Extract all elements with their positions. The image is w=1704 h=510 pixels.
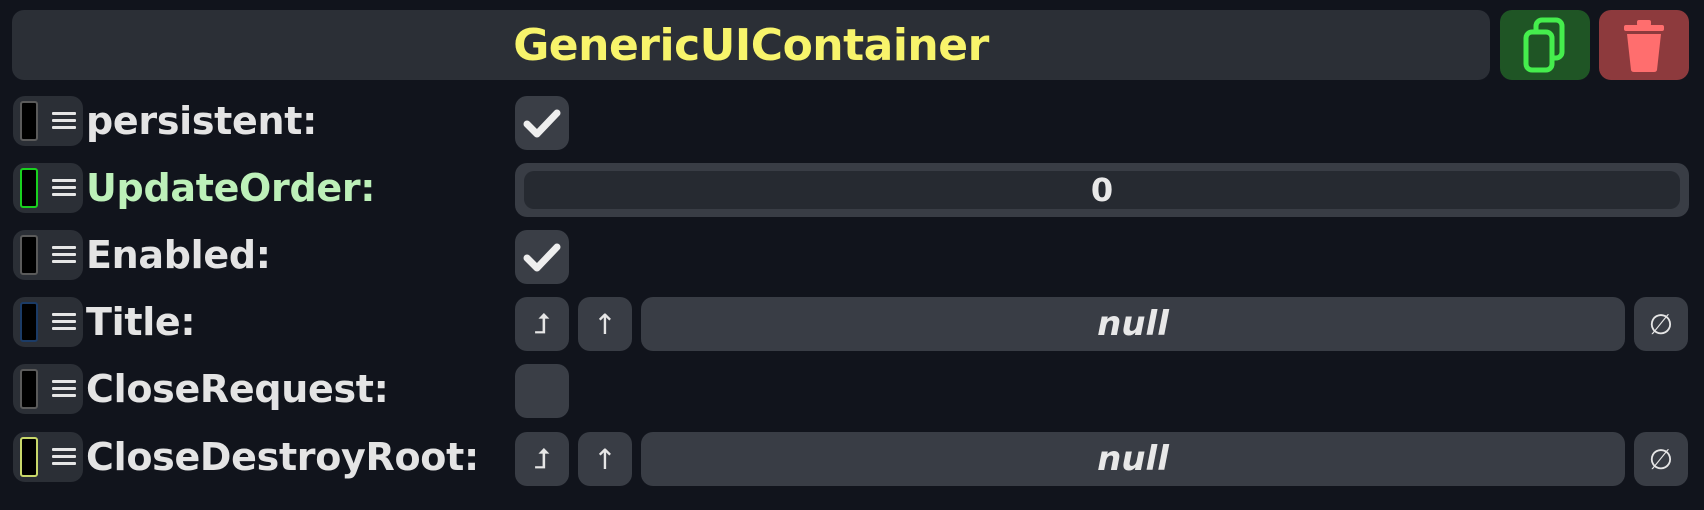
duplicate-button[interactable]: [1500, 10, 1590, 80]
checkmark-icon: [523, 109, 561, 138]
jump-arrow-icon: ⮥: [533, 307, 551, 340]
updateorder-input[interactable]: 0: [515, 163, 1689, 217]
drag-handle-icon[interactable]: [52, 448, 76, 466]
drag-handle-icon[interactable]: [52, 179, 76, 197]
duplicate-icon: [1523, 17, 1565, 73]
delete-button[interactable]: [1599, 10, 1689, 80]
field-handle[interactable]: [13, 163, 83, 213]
field-handle[interactable]: [13, 96, 83, 146]
clear-reference-button[interactable]: ∅: [1634, 432, 1688, 486]
trash-icon: [1624, 20, 1664, 72]
field-row-closerequest: CloseRequest:: [0, 362, 1704, 418]
drag-handle-icon[interactable]: [52, 246, 76, 264]
enabled-checkbox[interactable]: [515, 230, 569, 284]
component-title: GenericUIContainer: [513, 19, 989, 71]
field-type-swatch: [20, 437, 38, 477]
field-type-swatch: [20, 302, 38, 342]
field-row-persistent: persistent:: [0, 94, 1704, 150]
field-row-title: Title: ⮥ ↑ null ∅: [0, 295, 1704, 351]
field-label: CloseDestroyRoot:: [86, 435, 479, 479]
field-row-closedestroyroot: CloseDestroyRoot: ⮥ ↑ null ∅: [0, 430, 1704, 486]
component-inspector: GenericUIContainer persistent: UpdateOrd…: [0, 0, 1704, 510]
field-row-enabled: Enabled:: [0, 228, 1704, 284]
field-label: Enabled:: [86, 233, 271, 277]
reference-up-button[interactable]: ↑: [578, 297, 632, 351]
field-label: persistent:: [86, 99, 318, 143]
field-label: UpdateOrder:: [86, 166, 376, 210]
field-handle[interactable]: [13, 297, 83, 347]
field-type-swatch: [20, 235, 38, 275]
field-label: CloseRequest:: [86, 367, 389, 411]
up-arrow-icon: ↑: [593, 307, 617, 341]
jump-arrow-icon: ⮥: [533, 442, 551, 475]
field-handle[interactable]: [13, 364, 83, 414]
jump-to-reference-button[interactable]: ⮥: [515, 297, 569, 351]
reference-up-button[interactable]: ↑: [578, 432, 632, 486]
null-icon: ∅: [1648, 442, 1674, 476]
up-arrow-icon: ↑: [593, 442, 617, 476]
field-handle[interactable]: [13, 432, 83, 482]
jump-to-reference-button[interactable]: ⮥: [515, 432, 569, 486]
field-type-swatch: [20, 101, 38, 141]
title-reference-field[interactable]: null: [641, 297, 1625, 351]
updateorder-value[interactable]: 0: [524, 171, 1680, 209]
null-icon: ∅: [1648, 307, 1674, 341]
field-row-updateorder: UpdateOrder: 0: [0, 161, 1704, 217]
field-label: Title:: [86, 300, 196, 344]
field-type-swatch: [20, 369, 38, 409]
drag-handle-icon[interactable]: [52, 380, 76, 398]
drag-handle-icon[interactable]: [52, 313, 76, 331]
closedestroyroot-reference-field[interactable]: null: [641, 432, 1625, 486]
field-type-swatch: [20, 168, 38, 208]
clear-reference-button[interactable]: ∅: [1634, 297, 1688, 351]
drag-handle-icon[interactable]: [52, 112, 76, 130]
persistent-checkbox[interactable]: [515, 96, 569, 150]
component-header[interactable]: GenericUIContainer: [12, 10, 1490, 80]
field-handle[interactable]: [13, 230, 83, 280]
closerequest-checkbox[interactable]: [515, 364, 569, 418]
checkmark-icon: [523, 243, 561, 272]
